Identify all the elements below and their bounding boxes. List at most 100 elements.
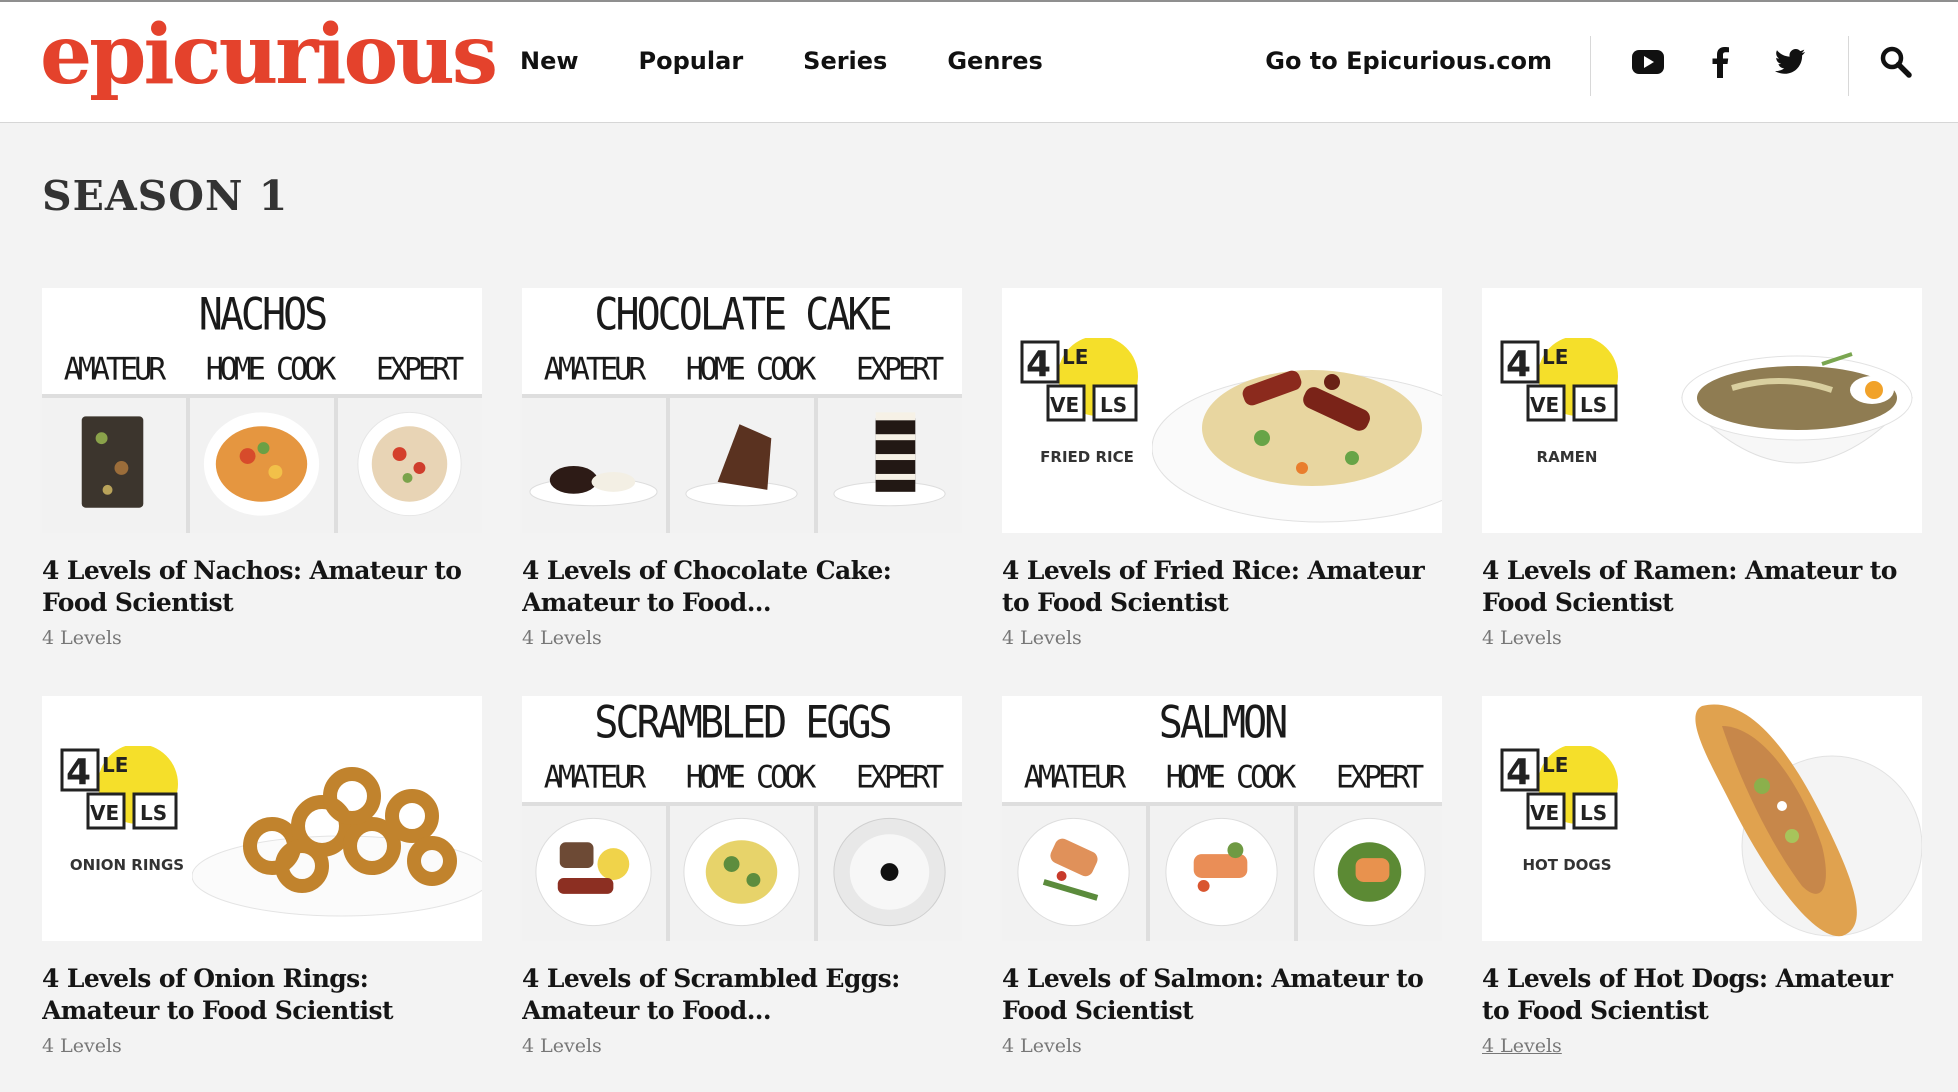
season-title: SEASON 1	[42, 172, 289, 220]
episode-card[interactable]: SCRAMBLED EGGS AMATEUR HOME COOK EXPERT …	[522, 696, 962, 1066]
nav-genres[interactable]: Genres	[947, 46, 1042, 76]
food-image	[338, 398, 482, 533]
episode-card[interactable]: 4 LE VE LS ONION RINGS 4 Levels of Onion Ri…	[42, 696, 482, 1066]
main-nav: New Popular Series Genres	[520, 46, 1043, 76]
episode-title[interactable]: 4 Levels of Scrambled Eggs: Amateur to F…	[522, 963, 962, 1027]
svg-text:4: 4	[1026, 344, 1051, 385]
svg-text:LS: LS	[1580, 393, 1607, 417]
food-image	[522, 398, 666, 533]
four-levels-logo: 4 LE VE LS	[1500, 338, 1618, 422]
thumb-caption: ONION RINGS	[69, 856, 185, 874]
episode-meta[interactable]: 4 Levels	[42, 625, 482, 651]
ramen-photo	[1680, 352, 1914, 464]
food-image	[1150, 806, 1294, 941]
episode-meta[interactable]: 4 Levels	[522, 625, 962, 651]
thumb-label: AMATEUR	[63, 351, 166, 388]
four-levels-logo: 4 LE VE LS	[1500, 746, 1618, 830]
food-image	[818, 398, 962, 533]
svg-text:LS: LS	[1580, 801, 1607, 825]
episode-title[interactable]: 4 Levels of Fried Rice: Amateur to Food …	[1002, 555, 1442, 619]
episode-thumbnail[interactable]: 4 LE VE LS ONION RINGS	[42, 696, 482, 941]
episode-title[interactable]: 4 Levels of Nachos: Amateur to Food Scie…	[42, 555, 482, 619]
svg-text:LE: LE	[102, 753, 128, 777]
food-photos	[42, 394, 482, 533]
divider	[1848, 36, 1849, 96]
food-image	[190, 398, 334, 533]
episode-title[interactable]: 4 Levels of Salmon: Amateur to Food Scie…	[1002, 963, 1442, 1027]
episode-thumbnail[interactable]: 4 LE VE LS HOT DOGS	[1482, 696, 1922, 941]
episode-thumbnail[interactable]: CHOCOLATE CAKE AMATEUR HOME COOK EXPERT	[522, 288, 962, 533]
facebook-icon[interactable]	[1702, 44, 1738, 80]
svg-text:LS: LS	[1100, 393, 1127, 417]
thumb-label: EXPERT	[855, 759, 944, 796]
twitter-icon[interactable]	[1772, 44, 1808, 80]
thumb-label: EXPERT	[855, 351, 944, 388]
episode-card[interactable]: 4 LE VE LS FRIED RICE 4 Levels of Fried Ric…	[1002, 288, 1442, 658]
nav-popular[interactable]: Popular	[639, 46, 744, 76]
svg-text:4: 4	[66, 752, 91, 793]
nav-series[interactable]: Series	[803, 46, 887, 76]
episode-meta[interactable]: 4 Levels	[1002, 625, 1442, 651]
svg-text:VE: VE	[1530, 801, 1559, 825]
episode-thumbnail[interactable]: SALMON AMATEUR HOME COOK EXPERT	[1002, 696, 1442, 941]
search-icon[interactable]	[1878, 44, 1914, 80]
nav-new[interactable]: New	[520, 46, 579, 76]
food-image	[42, 398, 186, 533]
svg-text:LE: LE	[1062, 345, 1088, 369]
thumb-label: HOME COOK	[685, 351, 817, 388]
food-image	[1002, 806, 1146, 941]
epicurious-logo[interactable]: epicurious	[40, 14, 498, 96]
episode-grid: NACHOS AMATEUR HOME COOK EXPERT 4 Levels…	[42, 288, 1922, 1066]
episode-thumbnail[interactable]: SCRAMBLED EGGS AMATEUR HOME COOK EXPERT	[522, 696, 962, 941]
episode-thumbnail[interactable]: NACHOS AMATEUR HOME COOK EXPERT	[42, 288, 482, 533]
svg-text:4: 4	[1506, 752, 1531, 793]
thumb-caption: FRIED RICE	[1040, 448, 1134, 466]
episode-title[interactable]: 4 Levels of Hot Dogs: Amateur to Food Sc…	[1482, 963, 1922, 1027]
food-image	[670, 398, 814, 533]
episode-title[interactable]: 4 Levels of Ramen: Amateur to Food Scien…	[1482, 555, 1922, 619]
svg-text:4: 4	[1506, 344, 1531, 385]
hot-dog-photo	[1695, 704, 1922, 937]
four-levels-logo: 4 LE VE LS	[1020, 338, 1138, 422]
food-image	[1298, 806, 1442, 941]
episode-thumbnail[interactable]: 4 LE VE LS FRIED RICE	[1002, 288, 1442, 533]
episode-card[interactable]: SALMON AMATEUR HOME COOK EXPERT 4 Levels…	[1002, 696, 1442, 1066]
episode-meta[interactable]: 4 Levels	[522, 1033, 962, 1059]
episode-meta[interactable]: 4 Levels	[1482, 625, 1922, 651]
thumb-label: HOME COOK	[1165, 759, 1297, 796]
food-photos	[1002, 802, 1442, 941]
thumb-heading: SCRAMBLED EGGS	[594, 697, 892, 749]
episode-title[interactable]: 4 Levels of Onion Rings: Amateur to Food…	[42, 963, 482, 1027]
thumb-label: AMATEUR	[1023, 759, 1126, 796]
episode-card[interactable]: 4 LE VE LS HOT DOGS 4 Levels of Hot Dogs: A…	[1482, 696, 1922, 1066]
episode-meta[interactable]: 4 Levels	[1482, 1033, 1922, 1059]
thumb-heading: CHOCOLATE CAKE	[594, 289, 892, 341]
food-image	[818, 806, 962, 941]
thumb-caption: HOT DOGS	[1522, 856, 1612, 874]
thumb-label: EXPERT	[1335, 759, 1424, 796]
episode-meta[interactable]: 4 Levels	[1002, 1033, 1442, 1059]
thumb-heading: SALMON	[1158, 697, 1289, 749]
episode-card[interactable]: NACHOS AMATEUR HOME COOK EXPERT 4 Levels…	[42, 288, 482, 658]
site-header: epicurious New Popular Series Genres Go …	[0, 0, 1958, 123]
svg-text:VE: VE	[1530, 393, 1559, 417]
youtube-icon[interactable]	[1630, 44, 1666, 80]
episode-meta[interactable]: 4 Levels	[42, 1033, 482, 1059]
four-levels-logo: 4 LE VE LS	[60, 746, 178, 830]
episode-card[interactable]: CHOCOLATE CAKE AMATEUR HOME COOK EXPERT …	[522, 288, 962, 658]
svg-text:LE: LE	[1542, 753, 1568, 777]
episode-title[interactable]: 4 Levels of Chocolate Cake: Amateur to F…	[522, 555, 962, 619]
food-photos	[522, 394, 962, 533]
thumb-label: AMATEUR	[543, 759, 646, 796]
food-image	[670, 806, 814, 941]
onion-rings-photo	[192, 767, 482, 917]
episode-card[interactable]: 4 LE VE LS RAMEN 4 Levels of Ramen: Amateur…	[1482, 288, 1922, 658]
svg-text:LS: LS	[140, 801, 167, 825]
go-to-epicurious-link[interactable]: Go to Epicurious.com	[1265, 46, 1552, 76]
episode-thumbnail[interactable]: 4 LE VE LS RAMEN	[1482, 288, 1922, 533]
food-image	[522, 806, 666, 941]
thumb-label: HOME COOK	[685, 759, 817, 796]
thumb-caption: RAMEN	[1536, 448, 1598, 466]
thumb-heading: NACHOS	[198, 289, 329, 341]
thumb-label: AMATEUR	[543, 351, 646, 388]
